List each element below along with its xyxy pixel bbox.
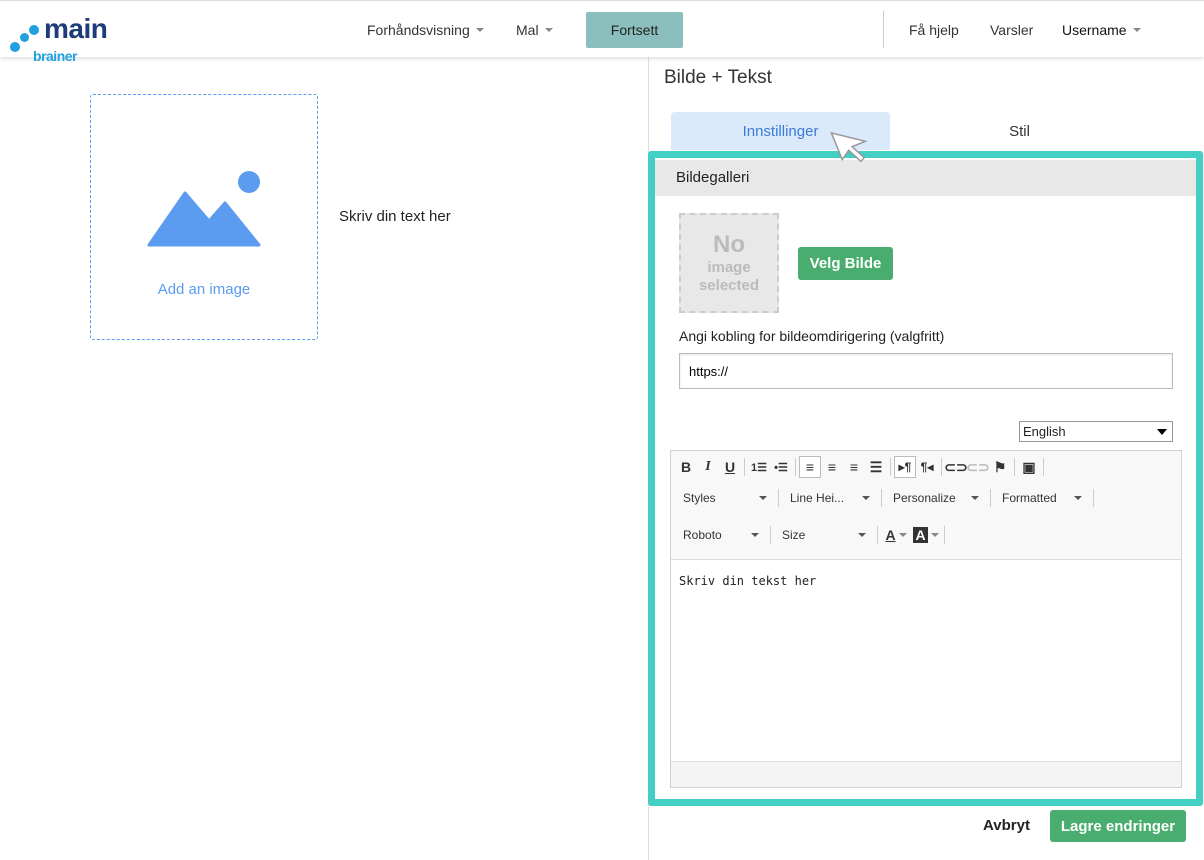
text-color-icon[interactable]: A: [881, 524, 911, 546]
logo-dots-icon: [10, 24, 44, 56]
chevron-down-icon: [475, 27, 484, 32]
mouse-pointer-icon: [830, 131, 868, 163]
align-center-icon[interactable]: ≡: [821, 456, 843, 478]
settings-panel: Bildegalleri No image selected Velg Bild…: [648, 151, 1203, 806]
ordered-list-icon[interactable]: 1☰: [748, 456, 770, 478]
editor-content[interactable]: Skriv din tekst her: [671, 560, 1181, 602]
editor-toolbar: B I U 1☰ •☰ ≡ ≡ ≡ ☰ ▸¶ ¶◂ ⊂⊃ ⊂⊃ ⚑ ▣ Styl…: [671, 451, 1181, 560]
top-header: main brainer Forhåndsvisning Mal Fortsett…: [0, 0, 1204, 64]
background-color-icon[interactable]: A: [911, 524, 941, 546]
continue-button[interactable]: Fortsett: [586, 12, 683, 48]
underline-icon[interactable]: U: [719, 456, 741, 478]
preview-menu[interactable]: Forhåndsvisning: [367, 1, 484, 58]
user-menu[interactable]: Username: [1062, 1, 1141, 58]
rtl-icon[interactable]: ¶◂: [916, 456, 938, 478]
divider: [883, 11, 884, 48]
bullet-list-icon[interactable]: •☰: [770, 456, 792, 478]
italic-icon[interactable]: I: [697, 456, 719, 478]
image-icon: [147, 171, 261, 247]
line-height-dropdown[interactable]: Line Hei...: [782, 487, 878, 509]
choose-image-button[interactable]: Velg Bilde: [798, 247, 893, 280]
cancel-button[interactable]: Avbryt: [983, 817, 1030, 834]
size-dropdown[interactable]: Size: [774, 524, 874, 546]
personalize-dropdown[interactable]: Personalize: [885, 487, 987, 509]
unlink-icon[interactable]: ⊂⊃: [966, 456, 989, 478]
tab-style[interactable]: Stil: [910, 112, 1129, 150]
rich-text-editor: B I U 1☰ •☰ ≡ ≡ ≡ ☰ ▸¶ ¶◂ ⊂⊃ ⊂⊃ ⚑ ▣ Styl…: [670, 450, 1182, 788]
mainbrainer-logo[interactable]: main brainer: [10, 13, 108, 67]
panel-title: Bilde + Tekst: [664, 67, 772, 88]
link-label: Angi kobling for bildeomdirigering (valg…: [679, 328, 945, 344]
language-select[interactable]: English: [1019, 421, 1173, 442]
anchor-flag-icon[interactable]: ⚑: [989, 456, 1011, 478]
align-left-icon[interactable]: ≡: [799, 456, 821, 478]
save-button[interactable]: Lagre endringer: [1050, 810, 1186, 842]
dropdown-arrow-icon: [1157, 429, 1167, 435]
image-icon[interactable]: ▣: [1018, 456, 1040, 478]
text-block[interactable]: Skriv din text her: [339, 208, 451, 225]
link-input[interactable]: [679, 353, 1173, 389]
link-icon[interactable]: ⊂⊃: [944, 456, 967, 478]
chevron-down-icon: [1132, 27, 1141, 32]
justify-icon[interactable]: ☰: [865, 456, 887, 478]
image-placeholder[interactable]: Add an image: [90, 94, 318, 340]
ltr-icon[interactable]: ▸¶: [894, 456, 916, 478]
font-dropdown[interactable]: Roboto: [675, 524, 767, 546]
gallery-heading: Bildegalleri: [655, 160, 1196, 196]
alerts-link[interactable]: Varsler: [990, 1, 1033, 58]
add-image-label: Add an image: [157, 281, 251, 298]
help-link[interactable]: Få hjelp: [909, 1, 959, 58]
styles-dropdown[interactable]: Styles: [675, 487, 775, 509]
bold-icon[interactable]: B: [675, 456, 697, 478]
editor-resize-bar[interactable]: [671, 761, 1181, 787]
template-menu[interactable]: Mal: [516, 1, 553, 58]
no-image-thumbnail: No image selected: [679, 213, 779, 313]
format-dropdown[interactable]: Formatted: [994, 487, 1090, 509]
align-right-icon[interactable]: ≡: [843, 456, 865, 478]
chevron-down-icon: [544, 27, 553, 32]
